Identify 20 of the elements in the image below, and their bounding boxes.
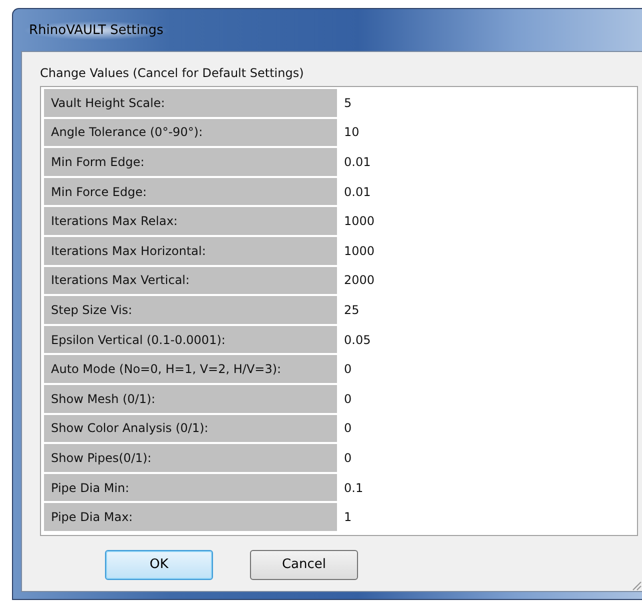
heading-text: Change Values (Cancel for Default Settings) xyxy=(40,66,305,80)
setting-label: Iterations Max Vertical: xyxy=(44,266,337,294)
setting-label: Pipe Dia Max: xyxy=(44,503,337,531)
setting-label: Step Size Vis: xyxy=(44,296,337,324)
resize-grip-icon[interactable] xyxy=(630,579,642,591)
setting-label: Vault Height Scale: xyxy=(44,89,337,117)
setting-label: Iterations Max Relax: xyxy=(44,207,337,235)
dialog-button[interactable]: OK xyxy=(105,550,213,580)
setting-label: Pipe Dia Min: xyxy=(44,474,337,502)
setting-label: Min Force Edge: xyxy=(44,178,337,206)
setting-label: Auto Mode (No=0, H=1, V=2, H/V=3): xyxy=(44,355,337,383)
setting-label: Show Pipes(0/1): xyxy=(44,444,337,472)
window-title: RhinoVAULT Settings xyxy=(23,20,170,40)
setting-label: Show Mesh (0/1): xyxy=(44,384,337,413)
setting-label: Epsilon Vertical (0.1-0.0001): xyxy=(44,326,337,354)
setting-label: Iterations Max Horizontal: xyxy=(44,236,337,265)
dialog-button[interactable]: Cancel xyxy=(250,550,358,580)
setting-label: Show Color Analysis (0/1): xyxy=(44,414,337,442)
setting-label: Min Form Edge: xyxy=(44,148,337,176)
setting-label: Angle Tolerance (0°-90°): xyxy=(44,118,337,146)
